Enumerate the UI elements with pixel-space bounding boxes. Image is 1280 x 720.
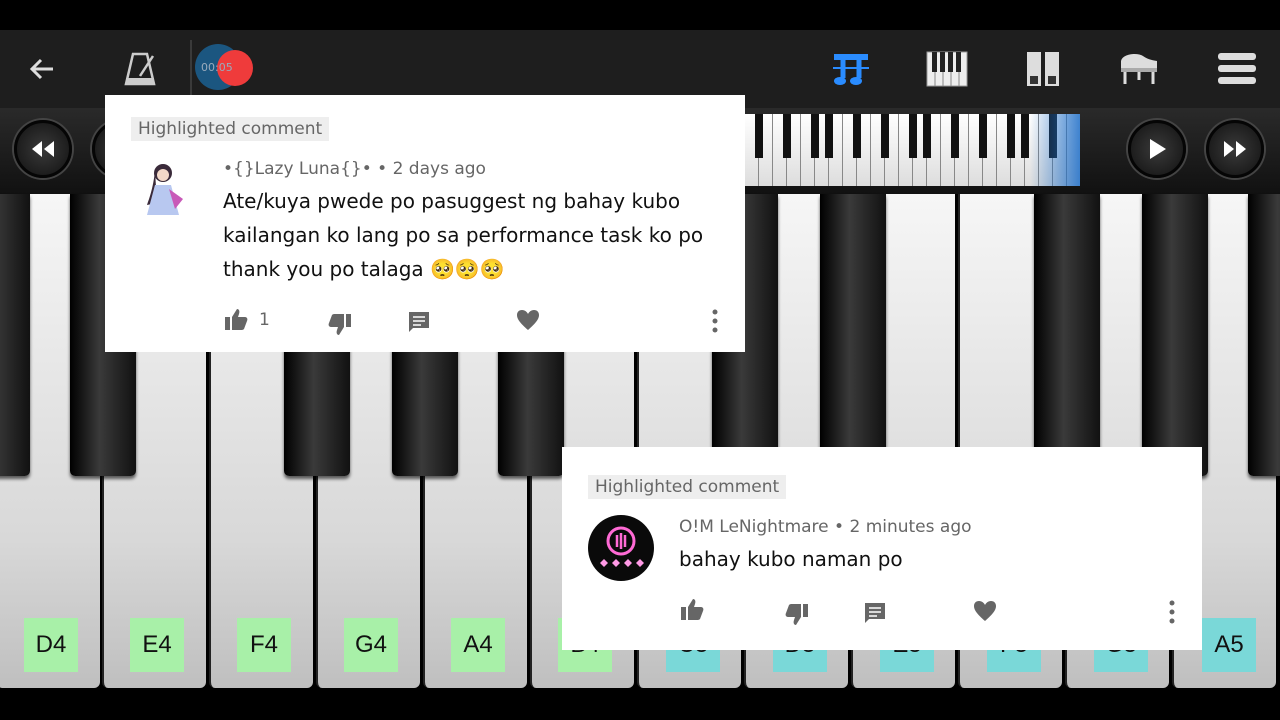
like-button[interactable] bbox=[223, 307, 249, 333]
grand-piano-icon[interactable] bbox=[1114, 30, 1164, 108]
like-count: 1 bbox=[259, 310, 270, 330]
comment-text: bahay kubo naman po bbox=[679, 547, 903, 571]
black-key[interactable] bbox=[0, 194, 30, 476]
dual-keyboard-icon[interactable] bbox=[1018, 30, 1068, 108]
key-label: G4 bbox=[344, 618, 398, 672]
menu-icon[interactable] bbox=[1212, 30, 1262, 108]
highlighted-badge: Highlighted comment bbox=[131, 117, 330, 141]
key-label: D4 bbox=[24, 618, 78, 672]
avatar[interactable] bbox=[135, 159, 191, 223]
dislike-button[interactable] bbox=[327, 311, 353, 337]
dislike-button[interactable] bbox=[784, 601, 810, 627]
key-label: A4 bbox=[451, 618, 505, 672]
highlighted-badge: Highlighted comment bbox=[588, 475, 787, 499]
like-button[interactable] bbox=[679, 597, 705, 623]
comment-text: Ate/kuya pwede po pasuggest ng bahay kub… bbox=[223, 189, 704, 281]
key-label: E4 bbox=[130, 618, 184, 672]
toolbar-divider bbox=[190, 40, 192, 98]
more-options-icon[interactable] bbox=[709, 308, 721, 334]
bottom-bar bbox=[0, 690, 1280, 720]
back-arrow-icon[interactable] bbox=[20, 30, 64, 108]
highlighted-comment-card: Highlighted comment •{}Lazy Luna{}• • 2 … bbox=[105, 95, 745, 352]
highlighted-comment-card: Highlighted comment O!M LeNightmare • 2 … bbox=[562, 447, 1202, 650]
reply-icon[interactable] bbox=[863, 601, 887, 625]
more-options-icon[interactable] bbox=[1166, 599, 1178, 625]
comment-author-line: O!M LeNightmare • 2 minutes ago bbox=[679, 517, 972, 537]
comment-time: 2 minutes ago bbox=[849, 517, 972, 537]
comment-author-line: •{}Lazy Luna{}• • 2 days ago bbox=[223, 159, 486, 179]
keyboard-icon[interactable] bbox=[922, 30, 972, 108]
heart-icon[interactable] bbox=[516, 309, 540, 331]
play-icon[interactable] bbox=[1128, 120, 1186, 178]
avatar[interactable] bbox=[588, 515, 654, 581]
black-key[interactable] bbox=[820, 194, 886, 476]
music-score-icon[interactable] bbox=[826, 30, 876, 108]
rewind-icon[interactable] bbox=[14, 120, 72, 178]
fast-forward-icon[interactable] bbox=[1206, 120, 1264, 178]
reply-icon[interactable] bbox=[407, 310, 431, 334]
comment-time: 2 days ago bbox=[392, 159, 486, 179]
black-key[interactable] bbox=[1034, 194, 1100, 476]
mini-keyboard-scroller[interactable] bbox=[745, 114, 1080, 186]
record-timer: 00:05 bbox=[201, 61, 233, 74]
record-icon[interactable]: 00:05 bbox=[195, 42, 259, 96]
heart-icon[interactable] bbox=[973, 600, 997, 622]
black-key[interactable] bbox=[1248, 194, 1280, 476]
key-label: A5 bbox=[1202, 618, 1256, 672]
comment-author[interactable]: •{}Lazy Luna{}• bbox=[223, 159, 372, 179]
comment-author[interactable]: O!M LeNightmare bbox=[679, 517, 829, 537]
black-key[interactable] bbox=[1142, 194, 1208, 476]
key-label: F4 bbox=[237, 618, 291, 672]
